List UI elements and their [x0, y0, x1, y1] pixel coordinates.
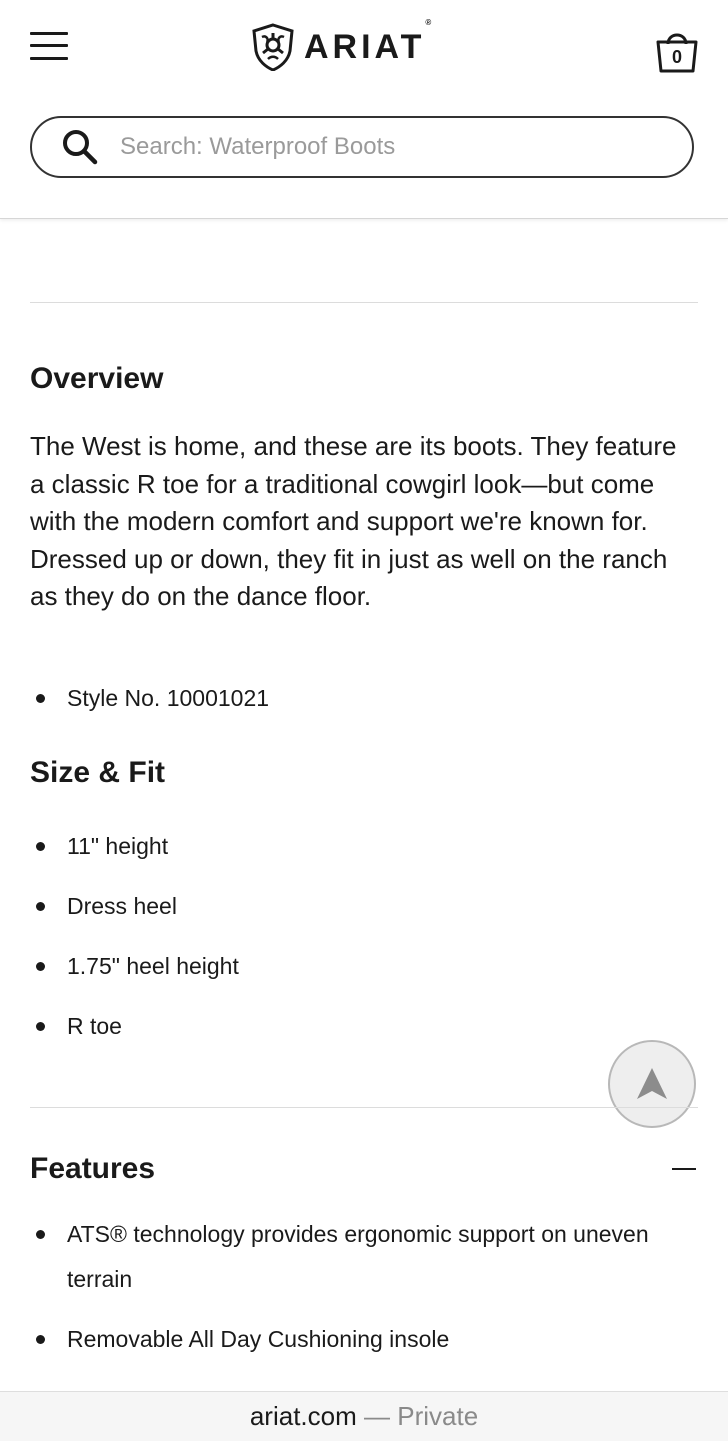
list-item: Removable All Day Cushioning insole [30, 1317, 698, 1362]
ariat-shield-icon [252, 23, 294, 71]
features-header[interactable]: Features [30, 1152, 698, 1186]
size-fit-heading: Size & Fit [30, 756, 166, 789]
overview-body: The West is home, and these are its boot… [30, 428, 698, 616]
overview-heading: Overview [30, 362, 164, 395]
overview-section: Overview [30, 362, 698, 396]
hamburger-menu-icon[interactable] [30, 32, 68, 60]
browser-domain: ariat.com [249, 1401, 357, 1431]
list-item: 11" height [30, 831, 698, 891]
size-fit-list: 11" height Dress heel 1.75" heel height … [30, 831, 698, 1071]
browser-private-label: Private [397, 1401, 479, 1431]
section-divider [30, 302, 698, 303]
features-list: ATS® technology provides ergonomic suppo… [30, 1212, 698, 1362]
list-item: R toe [30, 1011, 698, 1071]
features-heading: Features [30, 1152, 156, 1185]
brand-wordmark: ARIAT® [304, 17, 436, 66]
list-item: ATS® technology provides ergonomic suppo… [30, 1212, 698, 1317]
section-divider [30, 1107, 698, 1108]
shopping-bag-icon: 0 [656, 33, 698, 73]
browser-separator: — [364, 1401, 390, 1431]
browser-address-bar[interactable]: ariat.com — Private [0, 1391, 728, 1441]
scroll-to-top-button[interactable] [608, 1040, 696, 1128]
ariat-logo[interactable]: ARIAT® [250, 17, 436, 72]
overview-description: The West is home, and these are its boot… [30, 431, 677, 611]
size-fit-section: Size & Fit [30, 756, 698, 790]
collapse-minus-icon[interactable] [672, 1168, 696, 1170]
list-item: 1.75" heel height [30, 951, 698, 1011]
style-number: Style No. 10001021 [30, 683, 698, 743]
shopping-bag-button[interactable]: 0 [654, 26, 700, 74]
site-header: ARIAT® 0 [0, 0, 728, 219]
list-item: Dress heel [30, 891, 698, 951]
search-input[interactable] [118, 132, 662, 162]
overview-details: Style No. 10001021 [30, 683, 698, 743]
search-bar[interactable] [30, 116, 694, 178]
cart-count: 0 [672, 47, 682, 67]
arrow-up-icon [637, 1068, 667, 1099]
search-icon [63, 130, 98, 165]
